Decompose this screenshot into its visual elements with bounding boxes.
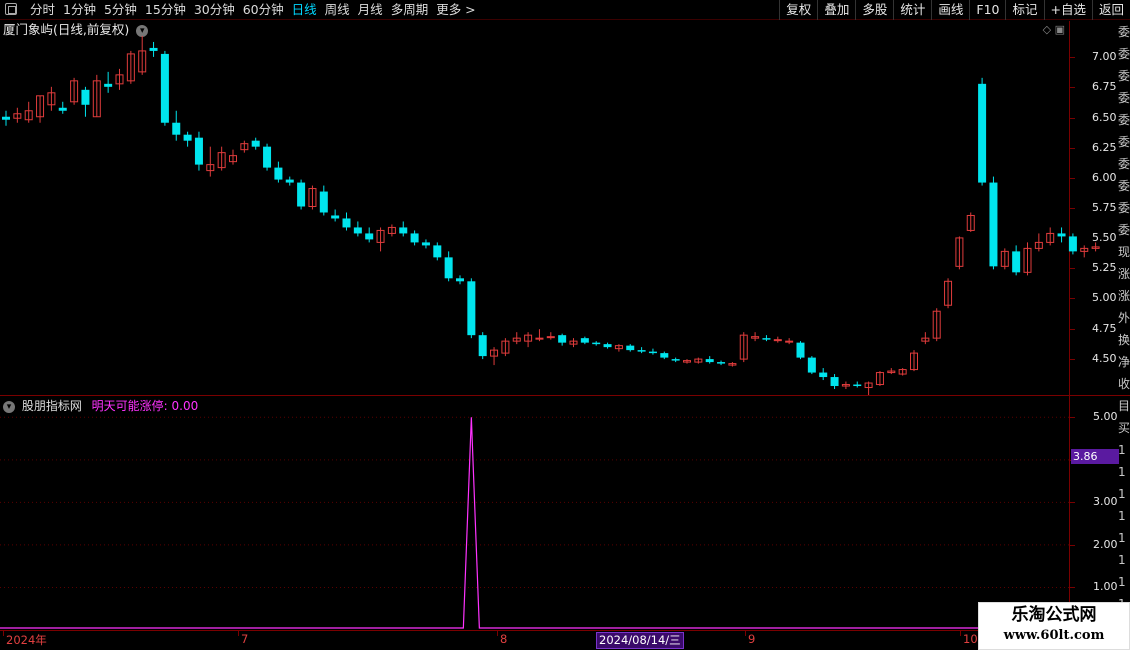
candle-body [444,257,453,279]
candle-body [421,242,430,246]
candle-body [989,182,998,267]
candle-body [467,281,476,336]
candle-body [819,372,828,378]
candle-body [978,83,987,183]
candle-body [456,278,464,282]
candle-body [626,345,635,351]
candle-body [399,227,408,234]
candle-body [104,83,113,87]
x-tick-label: 8 [500,632,508,646]
candle-body [410,233,419,243]
watermark-logo: 乐淘公式网 www.60lt.com [978,602,1130,650]
candle-body [353,227,362,234]
candle-body [830,377,839,387]
candle-body [331,215,340,219]
candle-body [671,359,680,361]
candle-body [1012,251,1021,273]
x-tick-label: 9 [748,632,756,646]
candle-body [705,359,714,363]
candle-body [637,350,646,352]
x-tick-label: 7 [241,632,249,646]
watermark-title: 乐淘公式网 [1011,605,1097,625]
candle-body [807,357,816,373]
candle-body [365,233,374,240]
candle-body [263,146,272,168]
x-axis: 2024年 7 8 9 10 2024/08/14/三 [0,630,1130,650]
candle-body [1068,236,1077,252]
x-tick-mark [960,631,961,636]
candle-body [160,53,169,123]
candle-body [762,338,771,340]
candle-body [785,340,794,343]
candle-body [592,342,601,345]
candle-body [433,245,442,258]
x-tick-label: 10 [963,632,978,646]
candle-body [2,116,10,120]
candle-body [183,134,192,141]
candle-body [717,362,726,364]
candle-body [478,335,487,357]
candle-body [319,191,328,213]
candle-body [546,336,555,339]
candle-body [342,218,351,228]
candle-body [194,137,203,165]
candle-body [580,338,589,343]
candle-body [773,339,782,342]
indicator-line [0,417,1070,629]
x-tick-mark [3,631,4,636]
x-tick-label: 2024年 [6,633,47,647]
watermark-url: www.60lt.com [1003,628,1105,643]
cursor-date: 2024/08/14/三 [596,632,684,649]
candle-body [58,107,67,111]
candle-body [297,182,306,207]
candle-body [796,342,805,358]
x-tick-mark [238,631,239,636]
candle-body [558,335,567,343]
x-tick-mark [497,631,498,636]
candle-body [535,337,544,340]
price-chart-canvas[interactable] [0,0,1130,650]
candle-body [660,353,669,358]
candle-body [648,351,657,354]
candle-body [149,47,158,51]
candle-body [172,122,181,135]
candle-body [853,384,862,387]
candle-body [285,179,294,183]
candle-body [81,89,90,105]
x-tick-mark [745,631,746,636]
candle-body [1057,233,1066,237]
candle-body [251,140,260,147]
candle-body [603,344,612,348]
candle-body [274,167,283,180]
